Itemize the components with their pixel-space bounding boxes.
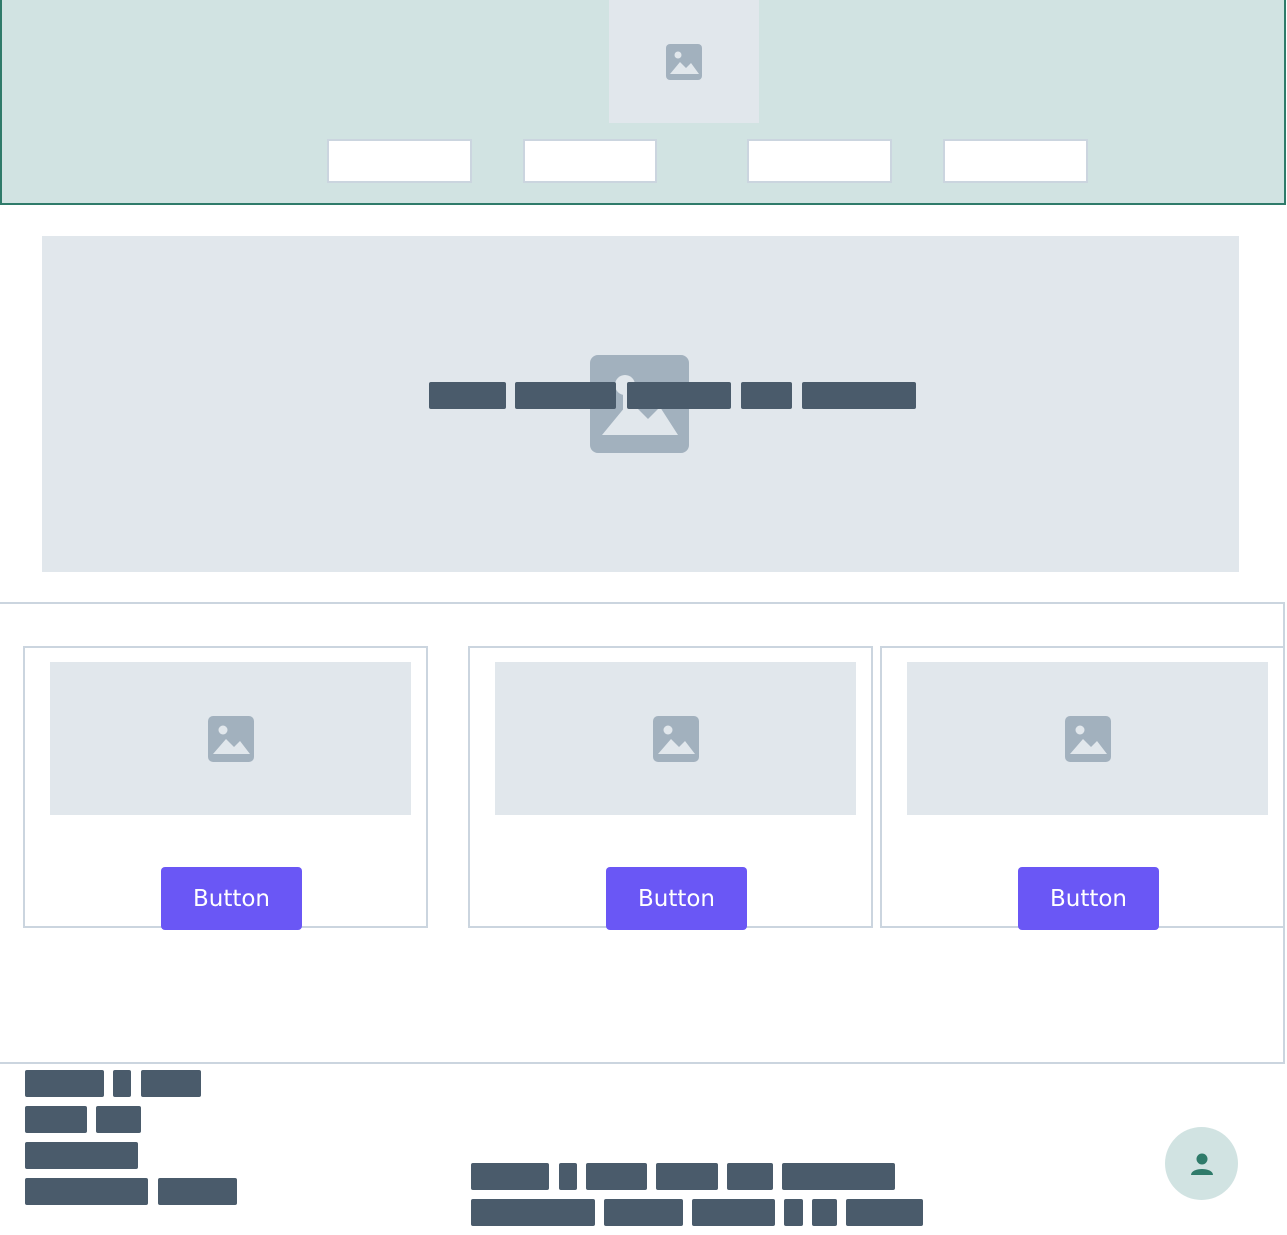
image-placeholder-icon xyxy=(666,43,702,80)
hero-banner xyxy=(42,236,1239,572)
card-button[interactable]: Button xyxy=(161,867,302,930)
image-placeholder-icon xyxy=(652,715,699,762)
card-image xyxy=(907,662,1268,815)
card-2: Button xyxy=(468,646,873,930)
site-header xyxy=(0,0,1286,205)
image-placeholder-icon xyxy=(207,715,254,762)
nav-item-3[interactable] xyxy=(747,139,892,183)
card-image xyxy=(495,662,856,815)
nav-item-2[interactable] xyxy=(523,139,657,183)
avatar[interactable] xyxy=(1165,1127,1238,1200)
page: Button Button Button xyxy=(0,0,1287,1235)
logo[interactable] xyxy=(609,0,759,123)
card-image xyxy=(50,662,411,815)
card-button[interactable]: Button xyxy=(606,867,747,930)
user-icon xyxy=(1190,1153,1213,1175)
card-button[interactable]: Button xyxy=(1018,867,1159,930)
nav-item-4[interactable] xyxy=(943,139,1088,183)
image-placeholder-icon xyxy=(1064,715,1111,762)
nav-item-1[interactable] xyxy=(327,139,472,183)
card-3: Button xyxy=(880,646,1285,930)
card-1: Button xyxy=(23,646,428,930)
